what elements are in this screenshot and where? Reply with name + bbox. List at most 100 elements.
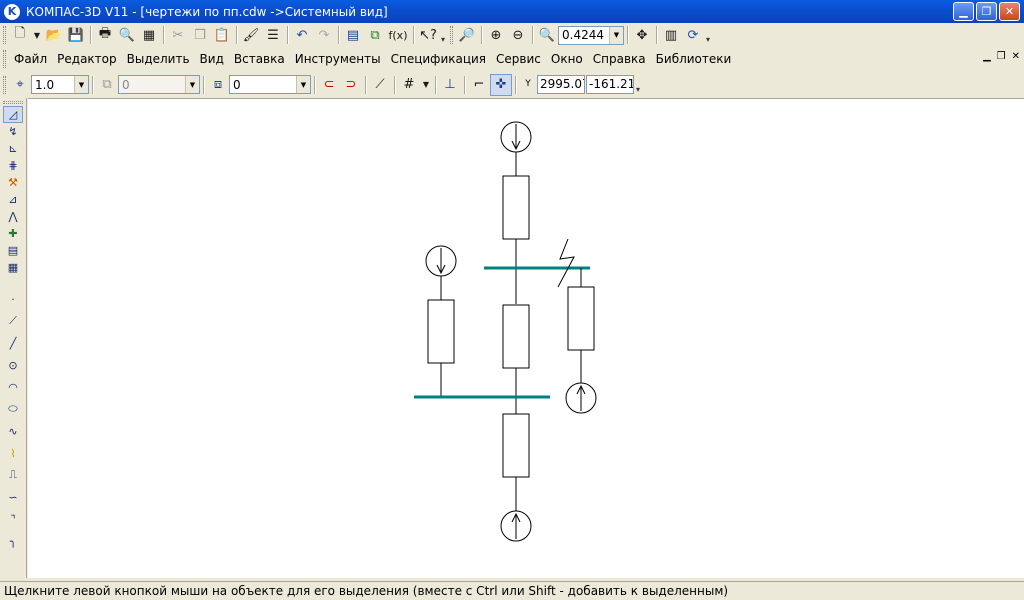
ellipse-icon[interactable]: ⬭ (3, 398, 23, 420)
toolbar-overflow-icon[interactable]: ▾ (704, 26, 712, 44)
menu-specification[interactable]: Спецификация (386, 49, 491, 69)
new-dropdown-icon[interactable]: ▼ (31, 24, 43, 46)
toolbar-overflow-icon[interactable]: ▾ (439, 26, 447, 44)
menu-view[interactable]: Вид (195, 49, 229, 69)
minimize-icon[interactable]: ▁ (953, 2, 974, 21)
chamfer-icon[interactable]: ⌝ (3, 508, 23, 530)
menu-help[interactable]: Справка (588, 49, 651, 69)
chevron-down-icon[interactable]: ▼ (296, 76, 310, 93)
zoom-scale-icon[interactable]: 🔍 (536, 24, 558, 46)
panel-grip[interactable] (3, 101, 23, 104)
help-icon[interactable]: ↖? (417, 24, 439, 46)
kompas-app-icon[interactable]: K (4, 3, 20, 20)
spec-icon[interactable]: ✚ (3, 225, 23, 242)
zoom-combo[interactable]: 0.4244 ▼ (558, 25, 624, 45)
fragment-icon[interactable]: ▦ (3, 259, 23, 276)
redo-icon[interactable]: ↷ (313, 24, 335, 46)
segment-icon[interactable]: ╱ (3, 332, 23, 354)
short-circuit-symbol[interactable] (557, 238, 575, 288)
undo-icon[interactable]: ↶ (291, 24, 313, 46)
menu-service[interactable]: Сервис (491, 49, 546, 69)
chevron-down-icon[interactable]: ▼ (74, 76, 88, 93)
close-icon[interactable]: ✕ (999, 2, 1020, 21)
right-resistor[interactable] (567, 286, 595, 351)
grid-dropdown-icon[interactable]: ▼ (420, 74, 432, 96)
edit-icon[interactable]: ⚒ (3, 174, 23, 191)
menu-select[interactable]: Выделить (122, 49, 195, 69)
copy-icon[interactable]: ❐ (189, 24, 211, 46)
y-coordinate-field[interactable]: -161.21 (586, 75, 634, 94)
toolbar-grip[interactable] (3, 26, 6, 44)
new-document-icon[interactable]: 🗋 (9, 24, 31, 46)
format-painter-icon[interactable]: 🖌 (240, 24, 262, 46)
mdi-close-icon[interactable]: ✕ (1012, 51, 1020, 62)
middle-resistor[interactable] (502, 304, 530, 369)
mdi-restore-icon[interactable]: ❐ (997, 51, 1006, 62)
rounding-icon[interactable]: ╮ (3, 530, 23, 552)
parametrization-icon[interactable]: ⋕ (3, 157, 23, 174)
refresh-icon[interactable]: ⟳ (682, 24, 704, 46)
dimensions-icon[interactable]: ↯ (3, 123, 23, 140)
layer-combo[interactable]: 0 ▼ (229, 75, 311, 94)
designations-icon[interactable]: ⊾ (3, 140, 23, 157)
mdi-minimize-icon[interactable]: ▁ (983, 51, 991, 62)
left-generator-symbol[interactable] (425, 245, 457, 277)
spline-icon[interactable]: ∿ (3, 420, 23, 442)
local-cs-icon[interactable]: ⌖ (9, 74, 31, 96)
orthogonal-icon[interactable]: ⟋ (369, 74, 391, 96)
function-icon[interactable]: f(x) (386, 24, 410, 46)
print-preview-icon[interactable]: 🔍 (116, 24, 138, 46)
step-combo[interactable]: 1.0 ▼ (31, 75, 89, 94)
manager-icon[interactable]: ▤ (342, 24, 364, 46)
cut-icon[interactable]: ✂ (167, 24, 189, 46)
bezier-icon[interactable]: ∽ (3, 486, 23, 508)
round-icon[interactable]: ⌐ (468, 74, 490, 96)
menu-file[interactable]: Файл (9, 49, 52, 69)
local-axis-icon[interactable]: ⊥ (439, 74, 461, 96)
point-icon[interactable]: · (3, 288, 23, 310)
right-generator-symbol[interactable] (565, 382, 597, 414)
auxiliary-line-icon[interactable]: ⟋ (3, 310, 23, 332)
magnet-active-icon[interactable]: ✜ (490, 73, 512, 96)
menu-tools[interactable]: Инструменты (290, 49, 386, 69)
reports-icon[interactable]: ▤ (3, 242, 23, 259)
menu-editor[interactable]: Редактор (52, 49, 121, 69)
view-state-icon[interactable]: ⧉ (96, 74, 118, 96)
bottom-resistor[interactable] (502, 413, 530, 478)
arc-icon[interactable]: ◠ (3, 376, 23, 398)
variables-icon[interactable]: ⧉ (364, 24, 386, 46)
pan-icon[interactable]: ✥ (631, 24, 653, 46)
toolbar-grip[interactable] (3, 75, 6, 94)
circle-icon[interactable]: ⊙ (3, 354, 23, 376)
menu-libraries[interactable]: Библиотеки (651, 49, 737, 69)
toolbar-overflow-icon[interactable]: ▾ (634, 76, 642, 94)
left-resistor[interactable] (427, 299, 455, 364)
zoom-out-icon[interactable]: ⊖ (507, 24, 529, 46)
snap-settings-icon[interactable]: ⊃ (340, 74, 362, 96)
menu-grip[interactable] (3, 50, 6, 68)
properties-icon[interactable]: ☰ (262, 24, 284, 46)
x-coordinate-field[interactable]: 2995.07 (537, 75, 585, 94)
print-icon[interactable]: 🖶 (94, 24, 116, 46)
top-generator-symbol[interactable] (500, 121, 532, 153)
zoom-in-icon[interactable]: ⊕ (485, 24, 507, 46)
grid-icon[interactable]: # (398, 74, 420, 96)
select-icon[interactable]: ⋀ (3, 208, 23, 225)
page-setup-icon[interactable]: ▦ (138, 24, 160, 46)
measure-icon[interactable]: ⊿ (3, 191, 23, 208)
drawing-canvas[interactable] (28, 98, 1024, 578)
snap-icon[interactable]: ⊂ (318, 74, 340, 96)
menu-insert[interactable]: Вставка (229, 49, 290, 69)
chevron-down-icon[interactable]: ▼ (609, 26, 623, 44)
open-icon[interactable]: 📂 (43, 24, 65, 46)
layer-icon[interactable]: ⧈ (207, 74, 229, 96)
bottom-generator-symbol[interactable] (500, 510, 532, 542)
save-icon[interactable]: 💾 (65, 24, 87, 46)
top-resistor[interactable] (502, 175, 530, 240)
geometry-icon[interactable]: ◿ (3, 106, 23, 123)
polyline-icon[interactable]: ⌇ (3, 442, 23, 464)
zoom-window-icon[interactable]: 🔎 (456, 24, 478, 46)
paste-icon[interactable]: 📋 (211, 24, 233, 46)
regenerate-icon[interactable]: ▥ (660, 24, 682, 46)
drawing-svg[interactable] (28, 99, 1024, 579)
